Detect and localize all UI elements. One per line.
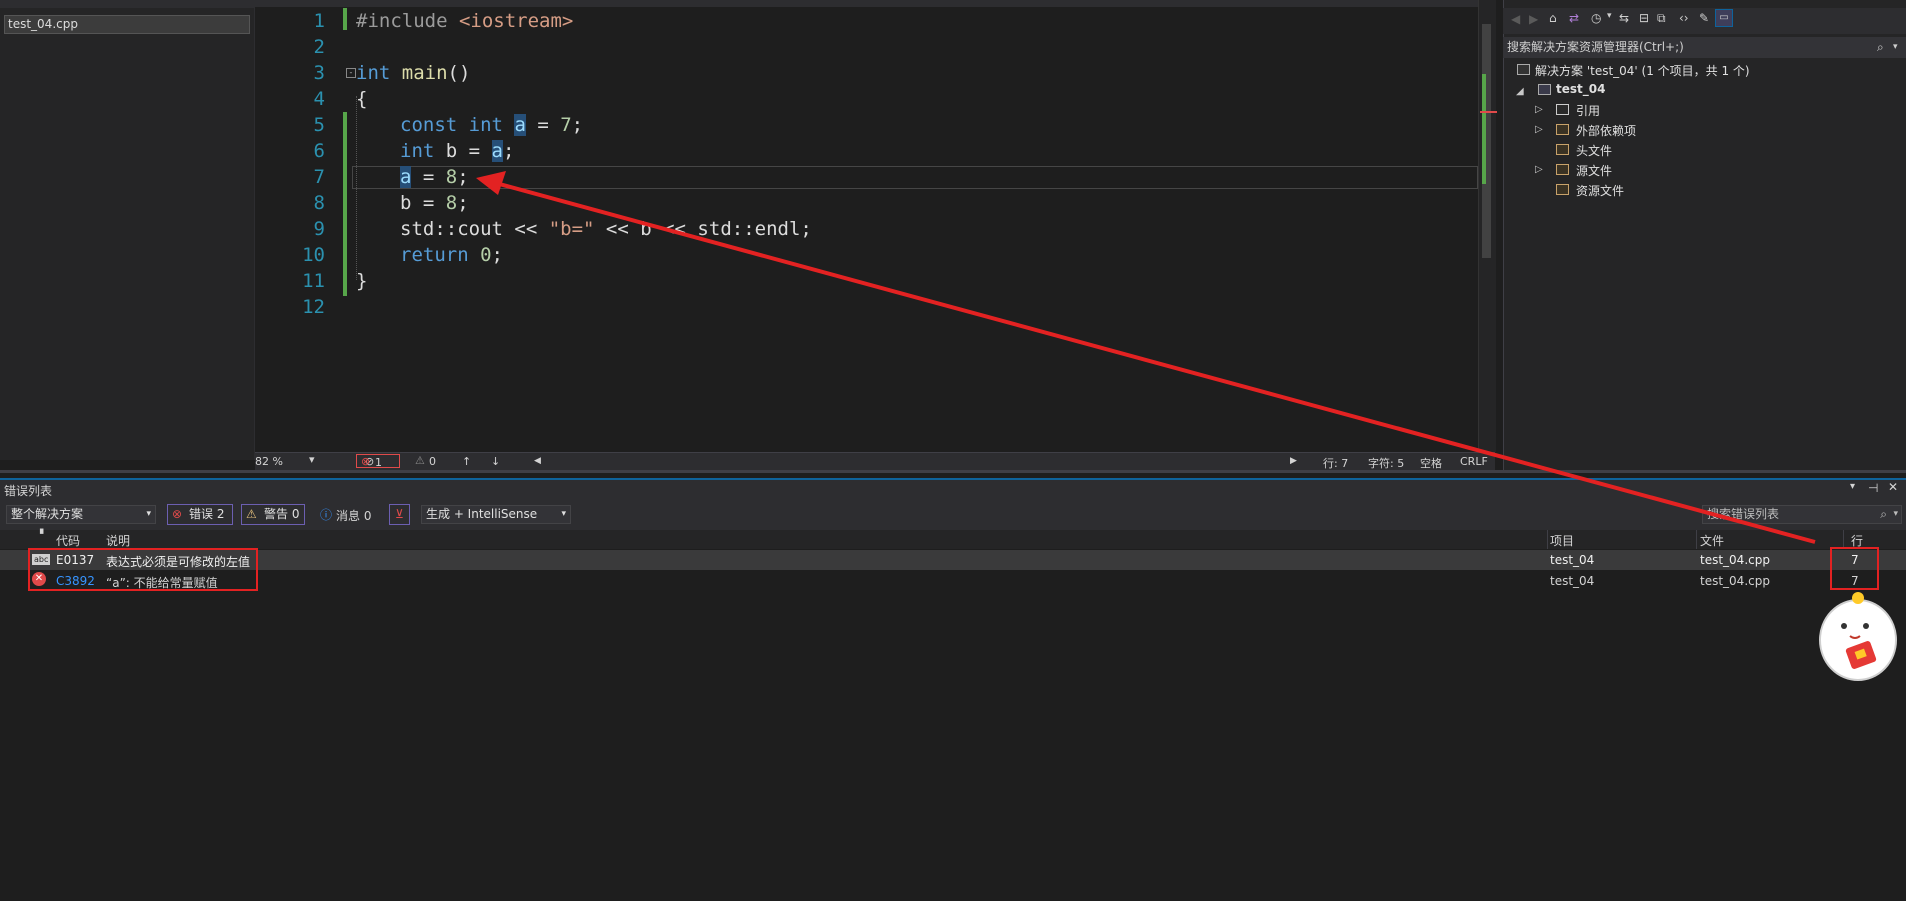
mascot-eye xyxy=(1863,623,1869,629)
annotation-arrow-line xyxy=(491,180,1816,544)
annotation-arrowhead xyxy=(476,171,506,195)
mascot-sticker xyxy=(1819,592,1897,681)
mascot-eye xyxy=(1841,623,1847,629)
mascot-ornament xyxy=(1852,592,1864,604)
annotation-arrow xyxy=(476,171,1816,544)
mascot-body xyxy=(1819,599,1897,681)
